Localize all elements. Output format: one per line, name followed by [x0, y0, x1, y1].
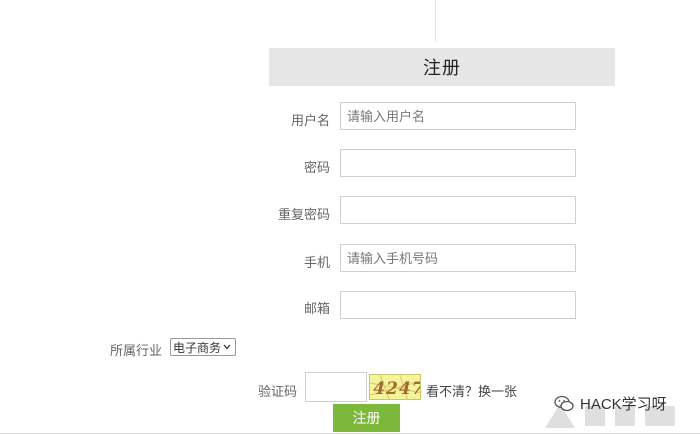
watermark: HACK学习呀: [554, 393, 667, 414]
bottom-divider: [0, 433, 700, 434]
confirm-password-input[interactable]: [340, 196, 576, 224]
captcha-label: 验证码: [258, 384, 298, 399]
email-label: 邮箱: [303, 301, 330, 316]
phone-input[interactable]: [340, 244, 576, 272]
industry-select[interactable]: 电子商务: [170, 338, 236, 356]
captcha-image-text: 4247: [370, 379, 421, 399]
divider-line: [435, 0, 436, 42]
captcha-refresh-link[interactable]: 看不清？换一张: [426, 381, 517, 400]
industry-selected-value: 电子商务: [173, 340, 222, 355]
password-input[interactable]: [340, 149, 576, 177]
phone-label: 手机: [303, 255, 330, 270]
email-input[interactable]: [340, 291, 576, 319]
page-title-text: 注册: [423, 58, 461, 78]
password-label: 密码: [303, 160, 330, 175]
watermark-text: HACK学习呀: [580, 396, 667, 413]
captcha-image[interactable]: 4247: [369, 374, 421, 400]
confirm-password-label: 重复密码: [277, 207, 330, 222]
username-label: 用户名: [290, 113, 330, 128]
page-title: 注册: [269, 48, 615, 86]
captcha-input[interactable]: [305, 372, 367, 402]
register-button[interactable]: 注册: [333, 404, 400, 432]
chevron-down-icon: [223, 342, 231, 353]
wechat-icon: [554, 395, 574, 411]
username-input[interactable]: [340, 102, 576, 130]
industry-label: 所属行业: [110, 343, 163, 358]
